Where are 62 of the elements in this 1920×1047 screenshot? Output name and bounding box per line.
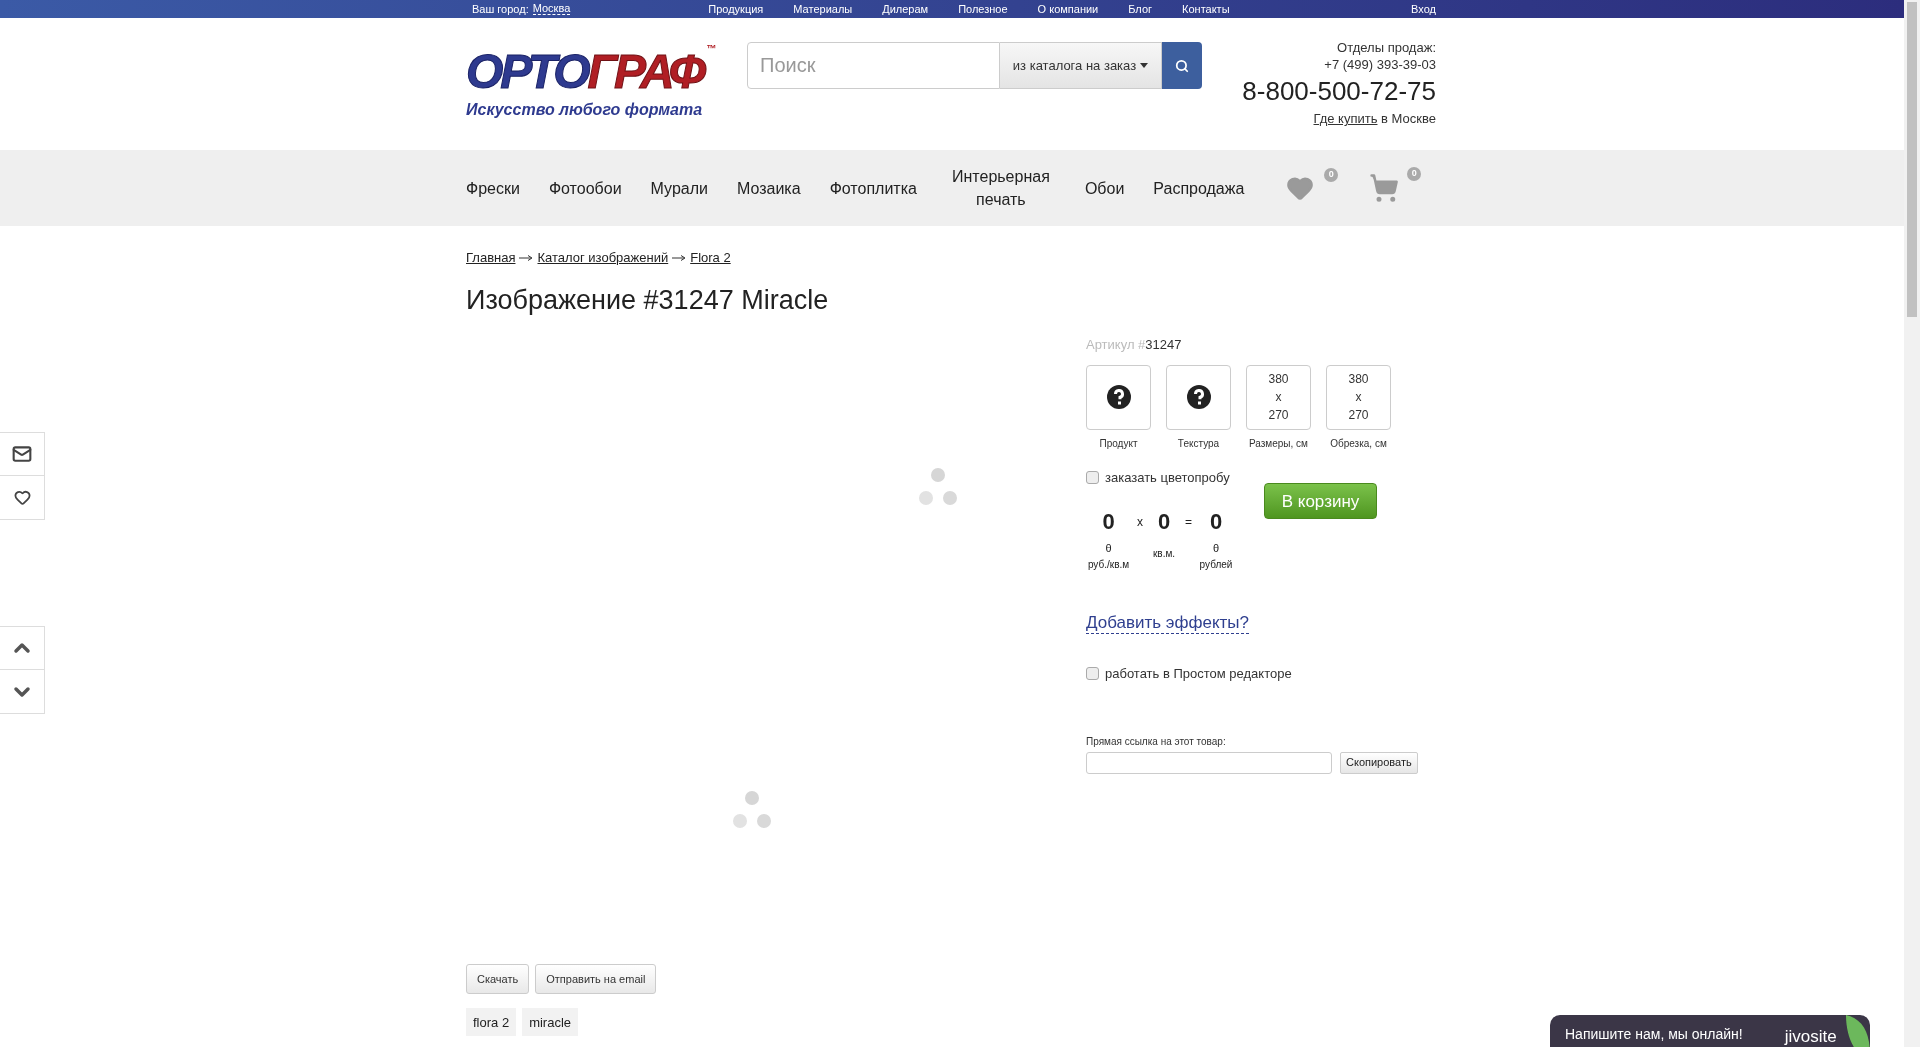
- add-effects-link[interactable]: Добавить эффекты?: [1086, 611, 1250, 634]
- nav-item[interactable]: Фотоплитка: [829, 176, 917, 200]
- top-menu-link[interactable]: О компании: [1037, 3, 1099, 15]
- equals-sign: =: [1185, 514, 1192, 532]
- top-menu-link[interactable]: Полезное: [958, 3, 1008, 15]
- hotline-phone: 8-800-500-72-75: [1242, 74, 1436, 108]
- option-tile[interactable]: 380 x 270: [1246, 364, 1311, 430]
- top-menu-link[interactable]: Контакты: [1182, 3, 1230, 15]
- cart-count: 0: [1407, 167, 1422, 181]
- image-action-button[interactable]: Скачать: [466, 964, 530, 995]
- area-unit: кв.м.: [1152, 547, 1176, 562]
- currency-sign: θ: [1212, 541, 1220, 557]
- price-value: 0: [1102, 508, 1115, 537]
- nav-item[interactable]: Интерьерная печать: [945, 165, 1056, 211]
- top-menu-link[interactable]: Дилерам: [882, 3, 929, 15]
- option-label: Размеры, см: [1249, 436, 1308, 451]
- direct-link-label: Прямая ссылка на этот товар:: [1086, 734, 1227, 749]
- breadcrumb-link[interactable]: Flora 2: [690, 248, 731, 268]
- page-title: Изображение #31247 Miracle: [466, 283, 830, 317]
- chat-prompt: Напишите нам, мы онлайн!: [1565, 1025, 1743, 1044]
- tag[interactable]: flora 2: [466, 1008, 517, 1037]
- option-label: Продукт: [1099, 436, 1138, 451]
- tag[interactable]: miracle: [522, 1008, 579, 1037]
- breadcrumb-link[interactable]: Главная: [466, 248, 516, 268]
- login-link[interactable]: Вход: [1411, 3, 1436, 15]
- nav-item[interactable]: Обои: [1084, 176, 1125, 200]
- nav-item[interactable]: Мозаика: [736, 176, 801, 200]
- article-number: 31247: [1145, 337, 1182, 353]
- option-tile[interactable]: 380 x 270: [1326, 364, 1391, 430]
- checkbox-label: заказать цветопробу: [1105, 468, 1230, 487]
- sales-label: Отделы продаж:: [1337, 40, 1436, 57]
- option-label: Текстура: [1177, 436, 1220, 451]
- chat-brand: jivosite: [1784, 1026, 1837, 1047]
- option-label: Обрезка, см: [1330, 436, 1387, 451]
- checkbox-label: работать в Простом редакторе: [1105, 665, 1292, 683]
- times-sign: x: [1137, 514, 1143, 532]
- favorites-count: 0: [1324, 168, 1339, 182]
- where-to-buy-city: в Москве: [1380, 111, 1436, 127]
- currency-sign: θ: [1105, 541, 1112, 557]
- article-label: Артикул #: [1086, 337, 1146, 353]
- nav-item[interactable]: Фрески: [466, 176, 520, 200]
- breadcrumb-link[interactable]: Каталог изображений: [537, 248, 669, 268]
- sales-phone: +7 (499) 393-39-03: [1324, 56, 1436, 73]
- search-field[interactable]: Поиск: [747, 42, 1000, 90]
- total-value: 0: [1209, 508, 1223, 537]
- city-link[interactable]: Москва: [532, 3, 571, 15]
- copy-button[interactable]: Скопировать: [1340, 751, 1418, 774]
- nav-item[interactable]: Распродажа: [1153, 176, 1245, 200]
- top-menu-link[interactable]: Продукция: [708, 3, 764, 15]
- price-unit: руб./кв.м: [1087, 557, 1130, 572]
- search-scope-dropdown[interactable]: из каталога на заказ: [1000, 42, 1162, 90]
- nav-item[interactable]: Фотообои: [548, 176, 622, 200]
- chat-widget[interactable]: Напишите нам, мы онлайн! jivosite: [1550, 1015, 1870, 1047]
- image-action-button[interactable]: Отправить на email: [535, 964, 657, 995]
- top-menu-link[interactable]: Материалы: [793, 3, 853, 15]
- logo[interactable]: ОРТОГРАФ™ Искусство любого формата: [466, 44, 728, 123]
- area-value: 0: [1157, 508, 1171, 537]
- total-unit: рублей: [1199, 557, 1233, 572]
- city-label: Ваш город:: [472, 3, 529, 15]
- top-menu-link[interactable]: Блог: [1128, 3, 1153, 15]
- where-to-buy-link[interactable]: Где купить: [1313, 111, 1378, 127]
- nav-item[interactable]: Мурали: [650, 176, 708, 200]
